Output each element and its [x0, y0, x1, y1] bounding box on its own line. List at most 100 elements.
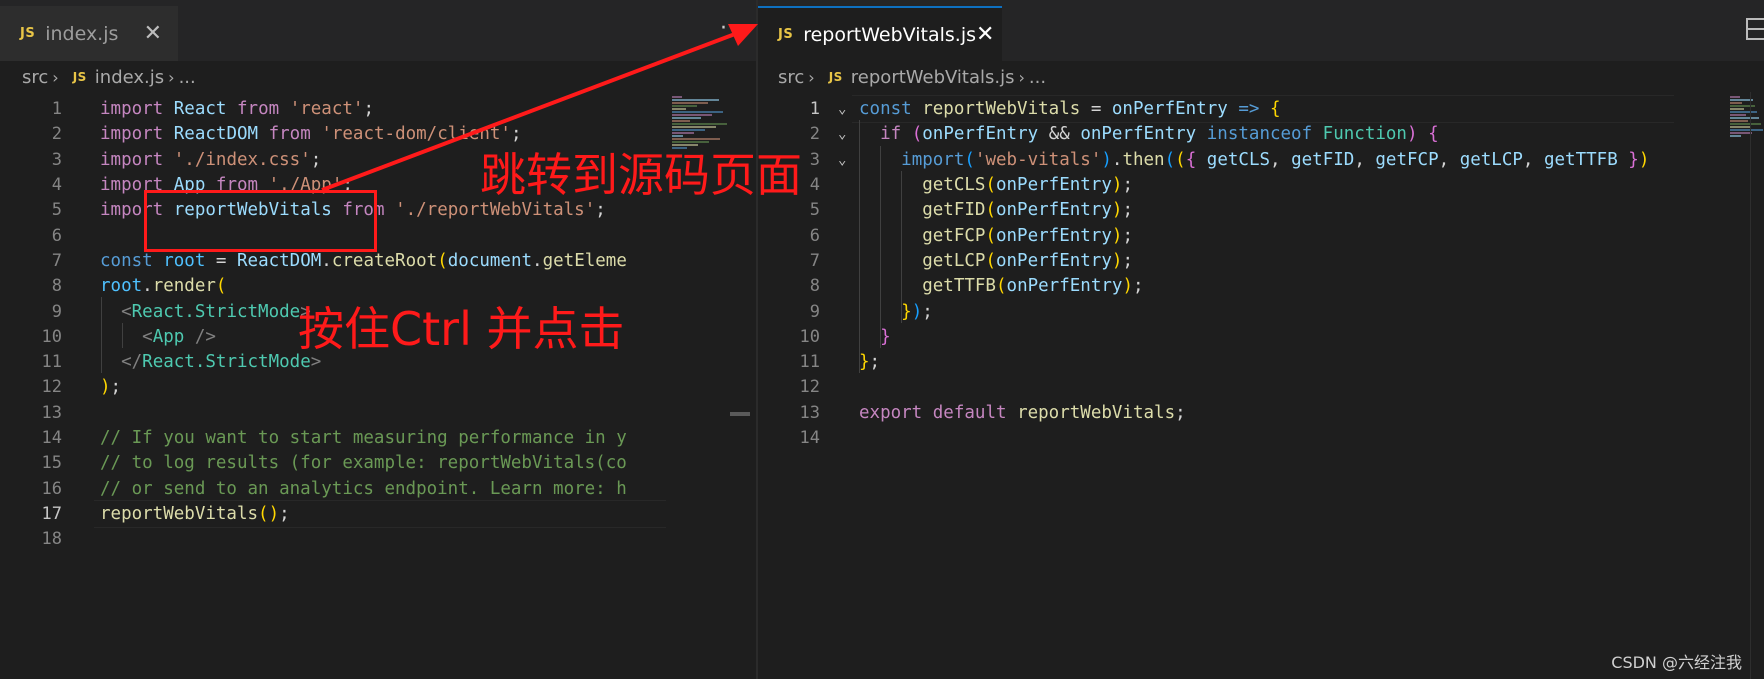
breadcrumb: src › JS reportWebVitals.js › ...	[758, 62, 1764, 92]
code-token: ;	[279, 503, 290, 524]
code-line[interactable]: 10 }	[758, 323, 1764, 351]
breadcrumb-symbol[interactable]: ...	[179, 67, 196, 88]
code-line[interactable]: 1 import React from 'react';	[0, 95, 756, 123]
split-editor-icon[interactable]	[1746, 18, 1764, 40]
code-line[interactable]: 15 // to log results (for example: report…	[0, 449, 756, 477]
code-token: ,	[1522, 149, 1544, 170]
code-line[interactable]: 5 import reportWebVitals from './reportWe…	[0, 196, 756, 224]
minimap-line	[1730, 120, 1748, 122]
minimap-line	[672, 147, 687, 149]
more-actions-icon[interactable]: ···	[720, 16, 744, 41]
code-token: ,	[1354, 149, 1376, 170]
code-line[interactable]: 8 getTTFB(onPerfEntry);	[758, 272, 1764, 300]
horizontal-scrollbar[interactable]	[730, 412, 750, 416]
code-token: )	[1111, 200, 1123, 221]
line-number: 5	[809, 200, 820, 221]
code-token: ;	[595, 200, 606, 221]
fold-chevron-icon[interactable]: ⌄	[838, 101, 846, 117]
code-line[interactable]: 16 // or send to an analytics endpoint. L…	[0, 475, 756, 503]
code-line[interactable]: 18	[0, 525, 756, 553]
minimap-line	[672, 126, 716, 128]
code-token: >	[310, 352, 322, 373]
code-line[interactable]: 2 import ReactDOM from 'react-dom/client'…	[0, 120, 756, 148]
code-line[interactable]: 7 getLCP(onPerfEntry);	[758, 247, 1764, 275]
code-token: onPerfEntry	[922, 124, 1039, 145]
tab-label: reportWebVitals.js	[803, 23, 977, 46]
tab-report-web-vitals-js[interactable]: JS reportWebVitals.js ✕	[758, 6, 1002, 61]
code-token: then	[1122, 149, 1165, 170]
vertical-scrollbar[interactable]	[1750, 92, 1764, 679]
code-line[interactable]: 8 root.render(	[0, 272, 756, 300]
code-line[interactable]: 6	[0, 222, 756, 250]
tab-index-js[interactable]: JS index.js ✕	[0, 6, 178, 61]
close-icon[interactable]: ✕	[976, 23, 994, 46]
chevron-right-icon: ›	[808, 67, 815, 87]
close-icon[interactable]: ✕	[144, 22, 162, 45]
code-line[interactable]: 3 import './index.css';	[0, 146, 756, 174]
line-number: 3	[51, 149, 62, 170]
code-text: });	[859, 302, 933, 322]
code-token: root	[100, 276, 143, 297]
minimap-line	[672, 123, 727, 125]
code-token: (	[985, 200, 996, 221]
code-line[interactable]: 7 const root = ReactDOM.createRoot(docume…	[0, 247, 756, 275]
code-text: // or send to an analytics endpoint. Lea…	[100, 479, 627, 499]
code-token: App	[152, 326, 185, 347]
code-line[interactable]: 6 getFCP(onPerfEntry);	[758, 222, 1764, 250]
code-token: getFCP	[922, 225, 986, 246]
breadcrumb-file[interactable]: index.js	[95, 67, 164, 88]
code-line[interactable]: 4 import App from './App';	[0, 171, 756, 199]
code-token: >	[300, 301, 311, 322]
code-token: import	[100, 149, 164, 170]
code-token: &&	[1038, 124, 1081, 145]
code-token: instanceof	[1206, 124, 1313, 145]
code-text: };	[859, 352, 880, 372]
code-token: ;	[363, 99, 375, 120]
breadcrumb-file[interactable]: reportWebVitals.js	[851, 67, 1015, 88]
code-line[interactable]: 14	[758, 424, 1764, 452]
breadcrumb-folder[interactable]: src	[778, 67, 804, 88]
code-line[interactable]: 4 getCLS(onPerfEntry);	[758, 171, 1764, 199]
code-line[interactable]: 14 // If you want to start measuring perf…	[0, 424, 756, 452]
indent-guide	[880, 145, 881, 348]
code-line[interactable]: 9 });	[758, 297, 1764, 325]
code-line[interactable]: 17 reportWebVitals();	[0, 500, 756, 528]
fold-chevron-icon[interactable]: ⌄	[838, 126, 846, 142]
fold-chevron-icon[interactable]: ⌄	[838, 152, 846, 168]
breadcrumb-folder[interactable]: src	[22, 67, 48, 88]
code-token: getCLS	[1206, 149, 1271, 170]
code-line[interactable]: 11 </React.StrictMode>	[0, 348, 756, 376]
code-token: ;	[1175, 402, 1186, 423]
code-line[interactable]: 3 ⌄ import('web-vitals').then(({ getCLS, …	[758, 146, 1764, 174]
code-line[interactable]: 12	[758, 373, 1764, 401]
code-token: =	[205, 250, 237, 271]
code-line[interactable]: 13 export default reportWebVitals;	[758, 399, 1764, 427]
code-line[interactable]: 1 ⌄ const reportWebVitals = onPerfEntry =>…	[758, 95, 1764, 123]
code-token: import	[100, 99, 164, 120]
code-line[interactable]: 2 ⌄ if (onPerfEntry && onPerfEntry instan…	[758, 120, 1764, 148]
code-editor[interactable]: 1 import React from 'react'; 2 import React…	[0, 95, 756, 679]
breadcrumb-symbol[interactable]: ...	[1029, 67, 1046, 88]
code-text: <App />	[100, 327, 216, 347]
code-line[interactable]: 13	[0, 399, 756, 427]
code-editor[interactable]: 1 ⌄ const reportWebVitals = onPerfEntry =>…	[758, 95, 1764, 679]
code-line[interactable]: 11};	[758, 348, 1764, 376]
code-line[interactable]: 10 <App />	[0, 323, 756, 351]
minimap[interactable]	[666, 92, 756, 679]
code-line[interactable]: 5 getFID(onPerfEntry);	[758, 196, 1764, 224]
code-token: )	[1122, 276, 1133, 297]
code-line[interactable]: 9 <React.StrictMode>	[0, 297, 756, 325]
code-line[interactable]: 12);	[0, 373, 756, 401]
